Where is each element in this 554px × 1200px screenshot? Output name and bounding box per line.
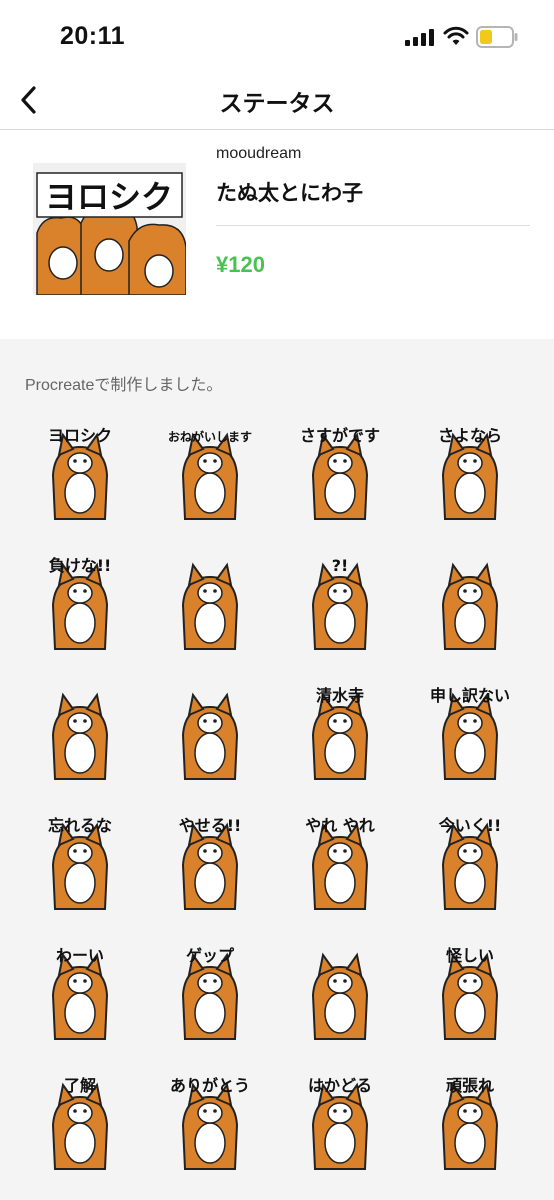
sticker-text: はかどる (308, 1076, 372, 1095)
sticker-geppu[interactable]: ゲップ (155, 945, 265, 1041)
sticker-text: 清水寺 (316, 686, 364, 705)
sticker-text: ヨロシク (48, 426, 112, 445)
sticker-ryoukai[interactable]: 了解 (25, 1075, 135, 1171)
sticker-confetti[interactable] (155, 555, 265, 651)
sticker-yoroshiku[interactable]: ヨロシク (25, 425, 135, 521)
sticker-sayonara[interactable]: さよなら (415, 425, 525, 521)
sticker-text: 頑張れ (445, 1076, 494, 1095)
battery-icon (476, 26, 518, 48)
sticker-text: 忘れるな (48, 816, 112, 835)
creator-name[interactable]: mooudream (216, 145, 301, 163)
sticker-text: 今いく!! (438, 816, 502, 835)
cellular-signal-icon (405, 29, 434, 46)
page-title: ステータス (219, 90, 335, 116)
sticker-grid-section: Procreateで制作しました。 ヨロシク おねがいします さすがです さよなら負け… (0, 339, 554, 1200)
sticker-hakadoru[interactable]: はかどる (285, 1075, 395, 1171)
sticker-text: さよなら (438, 426, 502, 445)
status-bar: 20:11 (0, 0, 554, 70)
sticker-ghost[interactable] (285, 945, 395, 1041)
sticker-text: 了解 (64, 1076, 96, 1095)
sticker-kiyomizu[interactable]: 清水寺 (285, 685, 395, 781)
sticker-text: わーい (56, 946, 104, 965)
sticker-yare-yare[interactable]: やれ やれ (285, 815, 395, 911)
sticker-sasuga-desu[interactable]: さすがです (285, 425, 395, 521)
sticker-curled-up[interactable] (25, 685, 135, 781)
sticker-text: 申し訳ない (430, 686, 510, 705)
sticker-makenai[interactable]: 負けな!! (25, 555, 135, 651)
divider (216, 225, 530, 226)
product-title: たぬ太とにわ子 (216, 182, 363, 205)
wifi-icon (443, 26, 469, 45)
product-thumbnail-text: ヨロシク (45, 178, 173, 216)
sticker-pekori-arigatou[interactable]: ありがとう (155, 1075, 265, 1171)
price-label: ¥120 (216, 252, 265, 277)
sticker-moushiwakenai[interactable]: 申し訳ない (415, 685, 525, 781)
sticker-text: 怪しい (446, 946, 494, 965)
sticker-wasureruna[interactable]: 忘れるな (25, 815, 135, 911)
sticker-text: ありがとう (170, 1076, 250, 1095)
sticker-ganbare[interactable]: 頑張れ (415, 1075, 525, 1171)
sticker-onegaishimasu[interactable]: おねがいします (155, 425, 265, 521)
sticker-text: 負けな!! (49, 556, 112, 575)
sticker-text: やれ やれ (305, 816, 375, 835)
navigation-bar: ステータス (0, 70, 554, 130)
sticker-text: さすがです (300, 426, 380, 445)
status-time: 20:11 (60, 22, 126, 50)
sticker-question[interactable]: ?! (285, 555, 395, 651)
product-description: Procreateで制作しました。 (25, 377, 223, 394)
sticker-sunset[interactable] (415, 555, 525, 651)
sticker-yaseru[interactable]: やせる!! (155, 815, 265, 911)
sticker-waai[interactable]: わーい (25, 945, 135, 1041)
sticker-ayashii[interactable]: 怪しい (415, 945, 525, 1041)
sticker-sleeping[interactable] (155, 685, 265, 781)
sticker-text: ゲップ (186, 946, 235, 965)
sticker-text: ?! (332, 556, 349, 575)
sticker-ima-iku[interactable]: 今いく!! (415, 815, 525, 911)
sticker-text: おねがいします (168, 429, 252, 444)
sticker-text: やせる!! (179, 816, 242, 835)
product-thumbnail[interactable]: ヨロシク (33, 163, 186, 295)
product-header: ヨロシク mooudream たぬ太とにわ子 ¥120 (0, 131, 554, 339)
